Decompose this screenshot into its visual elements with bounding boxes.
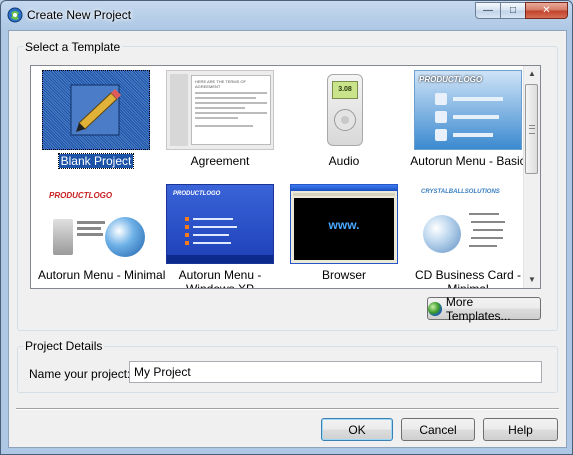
template-cd-business-card[interactable]: CRYSTALBALLSOLUTIONS CD Business Card - …: [408, 184, 528, 289]
window-title: Create New Project: [27, 8, 132, 22]
grip-icon: [529, 125, 535, 134]
more-templates-label: More Templates...: [445, 294, 511, 323]
ok-button[interactable]: OK: [321, 418, 393, 441]
thumb-text: HERE ARE THE TERMS OF AGREEMENT: [195, 79, 246, 89]
template-browser[interactable]: www. Browser: [284, 184, 404, 282]
template-label: Autorun Menu - Basic: [410, 154, 526, 168]
box-icon: [53, 219, 73, 255]
template-audio[interactable]: 3.08 Audio: [284, 70, 404, 168]
thumb-logo: CRYSTALBALLSOLUTIONS: [421, 189, 500, 195]
thumb-logo: PRODUCTLOGO: [49, 191, 113, 200]
crystal-ball-icon: [423, 215, 461, 253]
template-autorun-xp[interactable]: PRODUCTLOGO Autorun Menu - Windows XP Th…: [160, 184, 280, 289]
details-group-label: Project Details: [23, 339, 105, 353]
template-thumbnail: PRODUCTLOGO: [166, 184, 274, 264]
scroll-up-icon[interactable]: ▲: [524, 66, 540, 82]
cancel-button[interactable]: Cancel: [401, 418, 475, 441]
caption-buttons: — □ ✕: [475, 2, 568, 19]
dialog-body: Select a Template Blank Project HERE ARE…: [8, 30, 567, 448]
maximize-icon: □: [509, 5, 517, 16]
click-wheel-icon: [334, 109, 356, 131]
template-thumbnail: 3.08: [290, 70, 398, 150]
template-thumbnail: www.: [290, 184, 398, 264]
menu-item-line: [453, 115, 499, 119]
template-blank-project[interactable]: Blank Project: [36, 70, 156, 169]
more-templates-button[interactable]: More Templates...: [427, 294, 541, 323]
template-label: Autorun Menu - Minimal: [38, 268, 166, 282]
template-thumbnail: [42, 70, 150, 150]
app-icon: [7, 7, 23, 23]
minimize-button[interactable]: —: [475, 2, 501, 19]
help-button[interactable]: Help: [483, 418, 558, 441]
title-bar[interactable]: Create New Project — □ ✕: [1, 1, 572, 29]
scroll-down-icon[interactable]: ▼: [524, 272, 540, 288]
help-label: Help: [508, 422, 533, 437]
browser-viewport: www.: [294, 198, 394, 260]
template-label: Agreement: [190, 154, 250, 168]
template-thumbnail: CRYSTALBALLSOLUTIONS: [414, 184, 522, 264]
close-button[interactable]: ✕: [525, 2, 568, 19]
template-autorun-basic[interactable]: PRODUCTLOGO Autorun Menu - Basic: [408, 70, 528, 168]
create-project-window: Create New Project — □ ✕ Select a Templa…: [0, 0, 573, 455]
globe-icon: [105, 217, 145, 257]
template-label: Blank Project: [57, 153, 135, 169]
player-screen: 3.08: [332, 81, 358, 99]
template-label: CD Business Card - Minimal: [414, 268, 522, 289]
menu-item-icon: [435, 93, 447, 105]
menu-item-line: [453, 97, 503, 101]
ok-label: OK: [348, 422, 366, 437]
project-name-label: Name your project:: [29, 367, 131, 381]
scroll-thumb[interactable]: [525, 84, 538, 174]
menu-item-icon: [435, 111, 447, 123]
footer-separator: [16, 408, 559, 410]
thumb-logo: PRODUCTLOGO: [173, 191, 221, 197]
thumb-text: 3.08: [338, 86, 352, 93]
template-list[interactable]: Blank Project HERE ARE THE TERMS OF AGRE…: [30, 65, 541, 289]
minimize-icon: —: [483, 5, 493, 16]
project-name-input[interactable]: [129, 361, 542, 383]
template-label: Audio: [328, 154, 360, 168]
template-thumbnail: HERE ARE THE TERMS OF AGREEMENT: [166, 70, 274, 150]
cancel-label: Cancel: [419, 422, 457, 437]
globe-icon: [428, 301, 442, 316]
thumb-logo: PRODUCTLOGO: [419, 75, 483, 84]
player-body: 3.08: [327, 74, 363, 146]
template-thumbnail: PRODUCTLOGO: [42, 184, 150, 264]
template-scrollbar[interactable]: ▲ ▼: [523, 66, 540, 288]
template-label: Autorun Menu - Windows XP Theme: [178, 268, 262, 289]
thumb-document: HERE ARE THE TERMS OF AGREEMENT: [191, 75, 271, 145]
template-agreement[interactable]: HERE ARE THE TERMS OF AGREEMENT Agreemen…: [160, 70, 280, 168]
thumb-sidebar: [170, 74, 188, 146]
template-thumbnail: PRODUCTLOGO: [414, 70, 522, 150]
template-label: Browser: [321, 268, 366, 282]
template-autorun-minimal[interactable]: PRODUCTLOGO Autorun Menu - Minimal: [36, 184, 165, 282]
template-group-label: Select a Template: [23, 40, 123, 54]
maximize-button[interactable]: □: [500, 2, 526, 19]
menu-item-icon: [435, 129, 447, 141]
menu-item-line: [453, 133, 493, 137]
thumb-text: www.: [328, 218, 360, 232]
close-icon: ✕: [542, 5, 551, 16]
